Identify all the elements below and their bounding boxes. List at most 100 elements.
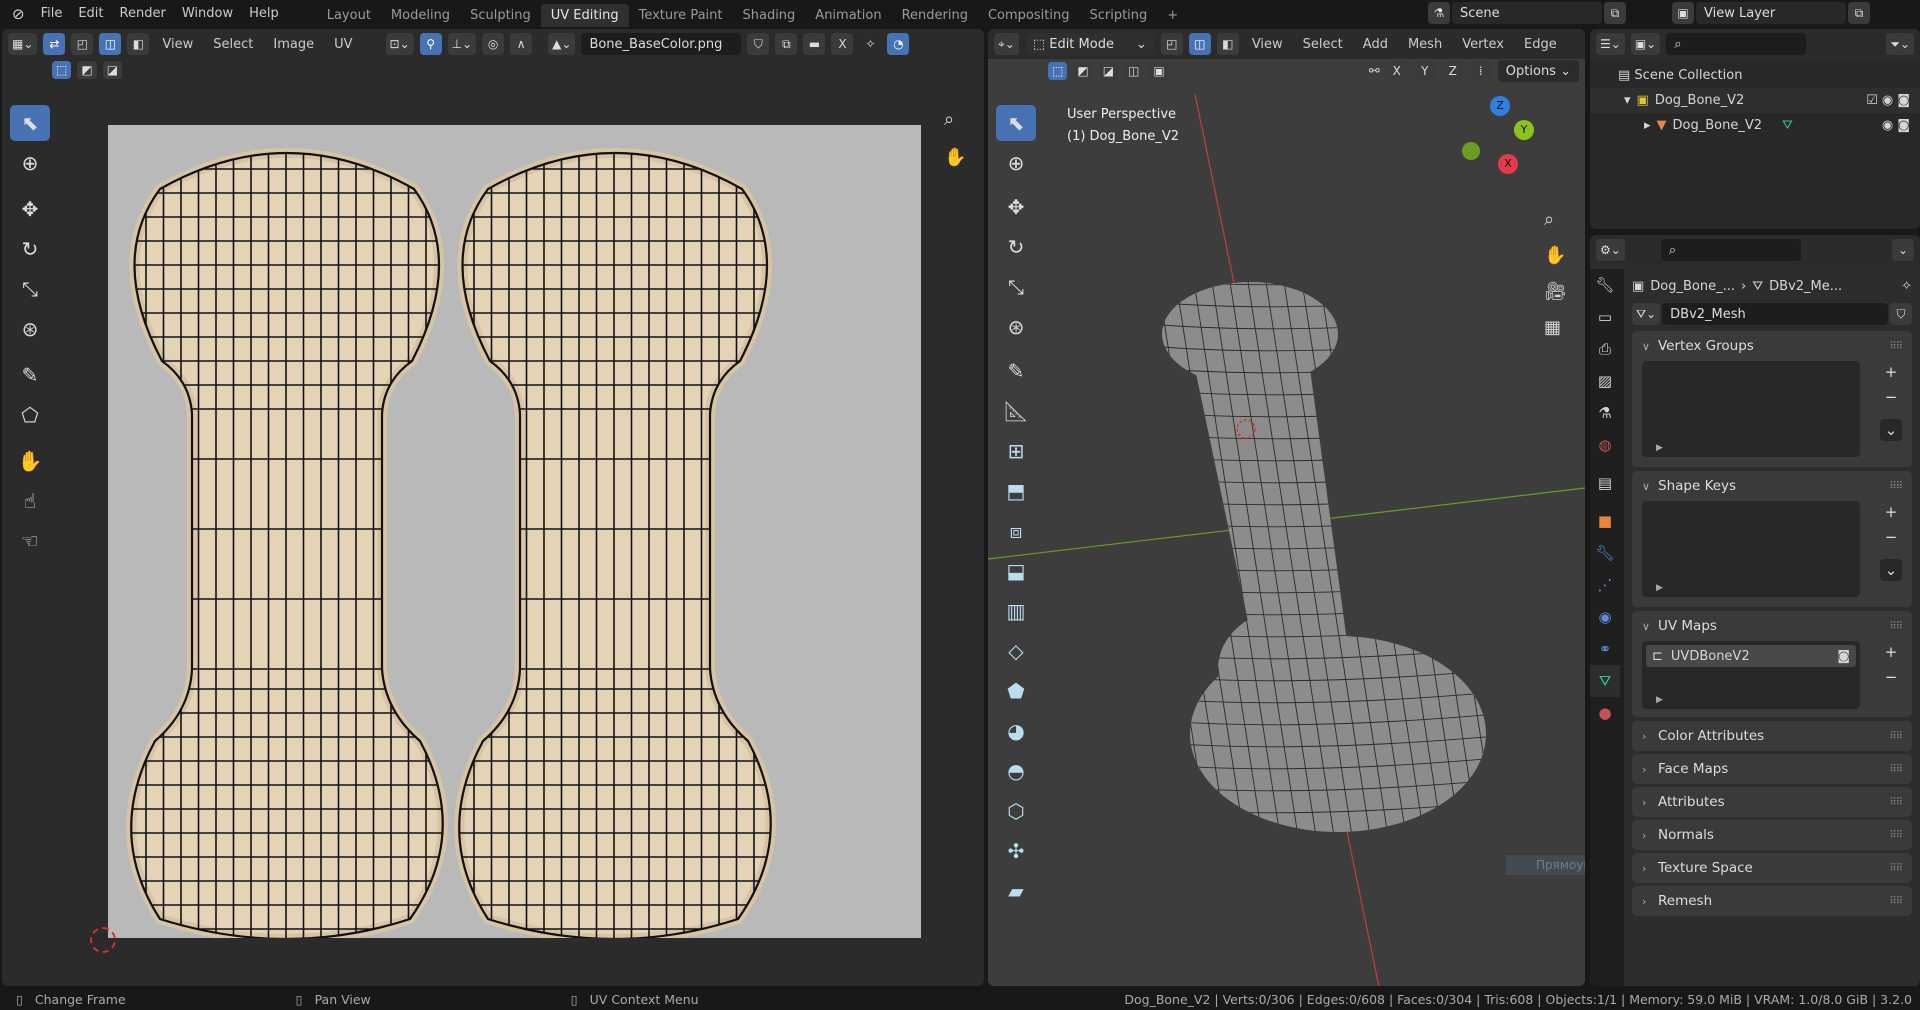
panel-normals[interactable]: › Normals ⠿⠿ (1632, 820, 1912, 850)
poly-build-icon[interactable]: ⬟ (996, 673, 1036, 709)
drag-handle-icon[interactable]: ⠿⠿ (1889, 896, 1903, 907)
pan-view-icon[interactable]: ✋ (944, 147, 966, 168)
measure-icon[interactable]: 📐︎ (996, 393, 1036, 429)
rip-icon[interactable]: ⬠ (10, 397, 50, 433)
add-button[interactable]: + (1880, 641, 1902, 663)
tab-animation[interactable]: Animation (805, 4, 891, 27)
menu-edit[interactable]: Edit (70, 6, 111, 21)
scale-icon[interactable]: ⤡ (10, 271, 50, 307)
extrude-icon[interactable]: ⬒ (996, 473, 1036, 509)
drag-handle-icon[interactable]: ⠿⠿ (1889, 481, 1903, 492)
mirror-y-toggle[interactable]: Y (1413, 60, 1436, 82)
mirror-x-toggle[interactable]: X (1385, 60, 1408, 82)
material-tab-icon[interactable]: ● (1590, 697, 1620, 729)
panel-header[interactable]: › Normals ⠿⠿ (1632, 820, 1912, 850)
specials-menu-icon[interactable]: ⌄ (1880, 559, 1902, 581)
panel-face-maps[interactable]: › Face Maps ⠿⠿ (1632, 754, 1912, 784)
uv-map-list[interactable]: ⊏ UVDBoneV2 ◙ ▶ (1642, 641, 1860, 709)
new-scene-icon[interactable]: ⧉ (1604, 2, 1626, 24)
drag-handle-icon[interactable]: ⠿⠿ (1889, 830, 1903, 841)
gizmo-neg-y[interactable] (1462, 142, 1480, 160)
2d-cursor-icon[interactable] (90, 927, 116, 953)
vertex-mode-icon[interactable]: ◰ (1160, 33, 1183, 55)
snap-icon[interactable]: ⚲ (419, 33, 442, 55)
uv-menu-view[interactable]: View (155, 37, 200, 52)
zoom-view-icon[interactable]: ⌕ (944, 109, 954, 130)
select-invert-icon[interactable]: ◫ (1124, 62, 1144, 80)
camera-view-icon[interactable]: 🎥︎ (1544, 281, 1567, 302)
drag-handle-icon[interactable]: ⠿⠿ (1889, 341, 1903, 352)
outliner-row-scene-collection[interactable]: ▤ Scene Collection (1590, 63, 1920, 88)
remove-button[interactable]: − (1880, 666, 1902, 688)
edge-slide-icon[interactable]: ⬡ (996, 793, 1036, 829)
perspective-toggle-icon[interactable]: ▦ (1544, 317, 1561, 338)
panel-header[interactable]: ∨ UV Maps ⠿⠿ (1632, 611, 1912, 641)
shrink-fatten-icon[interactable]: ✣ (996, 833, 1036, 869)
select-intersect-icon[interactable]: ▣ (1149, 62, 1169, 80)
data-tab-icon[interactable]: ⛛ (1590, 665, 1620, 697)
edge-select-icon[interactable]: ◫ (99, 33, 122, 55)
proportional-edit-icon[interactable]: ◎ (482, 33, 505, 55)
outliner-row-collection[interactable]: ▾ ▣ Dog_Bone_V2 ☑ ◉ ◙ (1590, 88, 1920, 113)
scene-field[interactable]: Scene (1452, 2, 1602, 24)
shear-icon[interactable]: ▰ (996, 873, 1036, 909)
bevel-icon[interactable]: ⬓ (996, 553, 1036, 589)
collection-tab-icon[interactable]: ▤ (1590, 467, 1620, 499)
knife-icon[interactable]: ◇ (996, 633, 1036, 669)
filter-icon[interactable]: ⏷⌄ (1886, 33, 1914, 55)
mirror-z-toggle[interactable]: Z (1441, 60, 1464, 82)
drag-handle-icon[interactable]: ⠿⠿ (1889, 764, 1903, 775)
move-icon[interactable]: ✥ (996, 189, 1036, 225)
mirror-icon[interactable]: ⚯ (1369, 64, 1380, 79)
unlink-image-button[interactable]: X (831, 33, 854, 55)
specials-menu-icon[interactable]: ⌄ (1880, 419, 1902, 441)
vp-menu-add[interactable]: Add (1356, 37, 1395, 52)
move-icon[interactable]: ✥ (10, 191, 50, 227)
expand-arrow-icon[interactable]: ▸ (1644, 113, 1651, 138)
particles-tab-icon[interactable]: ⋰ (1590, 569, 1620, 601)
panel-header[interactable]: › Remesh ⠿⠿ (1632, 886, 1912, 916)
cursor-icon[interactable]: ⊕ (10, 145, 50, 181)
add-cube-icon[interactable]: ⊞ (996, 433, 1036, 469)
scale-icon[interactable]: ⤡ (996, 269, 1036, 305)
select-subtract-icon[interactable]: ◪ (102, 61, 123, 79)
editor-type-icon[interactable]: ⚙⌄ (1596, 239, 1625, 261)
modifier-tab-icon[interactable]: 🔧︎ (1590, 537, 1620, 569)
vertex-group-list[interactable]: ▶ (1642, 361, 1860, 457)
tab-uv-editing[interactable]: UV Editing (540, 4, 629, 27)
tab-texture-paint[interactable]: Texture Paint (629, 4, 733, 27)
pivot-icon[interactable]: ⊡⌄ (385, 33, 414, 55)
uv-menu-image[interactable]: Image (266, 37, 321, 52)
options-dropdown[interactable]: Options ⌄ (1497, 60, 1579, 82)
fake-user-icon[interactable]: ⛉ (1890, 303, 1912, 325)
new-view-layer-icon[interactable]: ⧉ (1848, 2, 1870, 24)
drag-handle-icon[interactable]: ⠿⠿ (1889, 797, 1903, 808)
image-browse-icon[interactable]: ▲⌄ (548, 33, 576, 55)
loop-cut-icon[interactable]: ▥ (996, 593, 1036, 629)
view-layer-field[interactable]: View Layer (1696, 2, 1846, 24)
pin-icon[interactable]: ✧ (1901, 279, 1912, 294)
blender-logo-icon[interactable]: ⊘ (0, 5, 33, 23)
scene-icon[interactable]: ⚗ (1428, 2, 1450, 24)
drag-handle-icon[interactable]: ⠿⠿ (1889, 621, 1903, 632)
add-button[interactable]: + (1880, 361, 1902, 383)
select-new-icon[interactable]: ⬚ (1048, 62, 1068, 80)
image-name-field[interactable]: Bone_BaseColor.png (581, 33, 742, 55)
tab-compositing[interactable]: Compositing (978, 4, 1080, 27)
vp-menu-view[interactable]: View (1245, 37, 1290, 52)
display-mode-icon[interactable]: ☰⌄ (1596, 33, 1625, 55)
select-new-icon[interactable]: ⬚ (52, 61, 72, 79)
shape-key-list[interactable]: ▶ (1642, 501, 1860, 597)
panel-header[interactable]: › Face Maps ⠿⠿ (1632, 754, 1912, 784)
physics-tab-icon[interactable]: ◉ (1590, 601, 1620, 633)
expand-icon[interactable]: ▶ (1656, 583, 1663, 593)
mesh-browse-icon[interactable]: ⛛⌄ (1632, 303, 1661, 325)
overlay-icon[interactable]: ◔ (887, 33, 910, 55)
mode-dropdown[interactable]: ⬚ Edit Mode ⌄ (1024, 33, 1155, 55)
relax-icon[interactable]: ☝ (10, 483, 50, 519)
panel-texture-space[interactable]: › Texture Space ⠿⠿ (1632, 853, 1912, 883)
editor-type-icon[interactable]: ⌖⌄ (994, 33, 1019, 55)
new-image-icon[interactable]: ⧉ (775, 33, 798, 55)
vp-menu-mesh[interactable]: Mesh (1401, 37, 1449, 52)
annotate-icon[interactable]: ✎ (996, 353, 1036, 389)
